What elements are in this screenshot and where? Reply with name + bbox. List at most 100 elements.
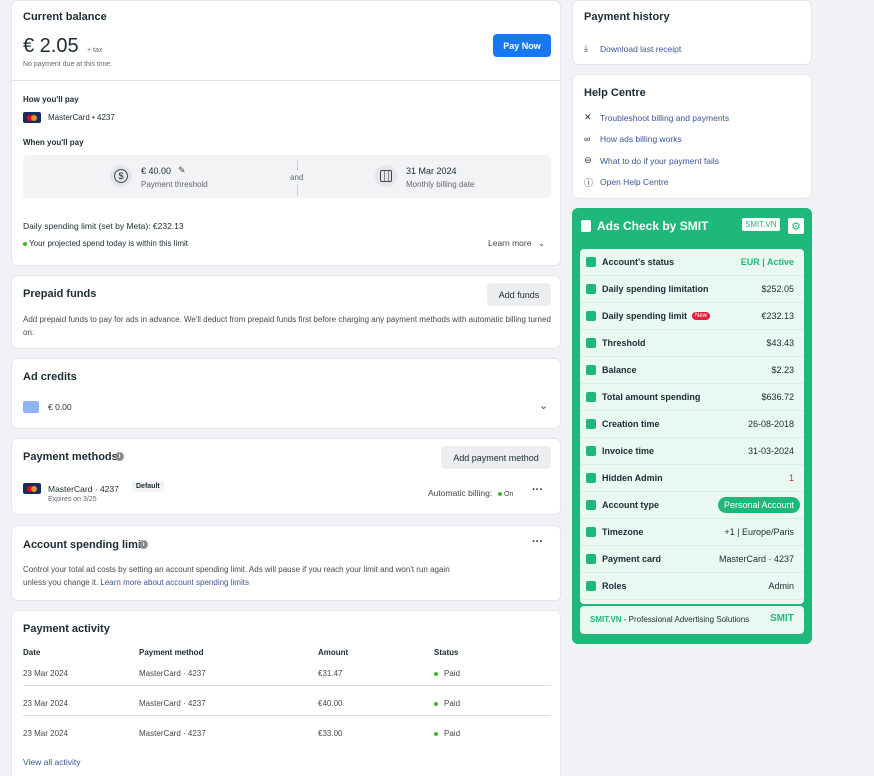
projected-text: Your projected spend today is within thi… [29, 239, 188, 248]
divider [297, 184, 298, 196]
cell-amount: €33.00 [318, 729, 343, 738]
ad-credits-card: Ad credits € 0.00 ⌄ [11, 358, 561, 429]
calendar-icon [375, 165, 397, 187]
smit-row-value: +1 | Europe/Paris [724, 527, 794, 537]
threshold-value: € 40.00 [141, 166, 172, 176]
cell-amount: €31.47 [318, 669, 343, 678]
more-options-icon[interactable]: ··· [532, 536, 543, 548]
new-badge: New [692, 312, 711, 320]
smit-row-label: Payment card [602, 554, 662, 564]
limit-icon [586, 311, 596, 321]
smit-row: Account type Personal Account [580, 492, 804, 519]
help-link-open-centre[interactable]: Open Help Centre [600, 177, 669, 187]
threshold-icon [586, 338, 596, 348]
learn-more-limits-link[interactable]: Learn more about account spending limits [100, 578, 249, 587]
footer-tagline: - Professional Advertising Solutions [621, 615, 750, 624]
pay-now-button[interactable]: Pay Now [493, 34, 551, 57]
add-payment-method-button[interactable]: Add payment method [441, 446, 551, 469]
cell-date: 23 Mar 2024 [23, 699, 68, 708]
smit-logo-icon [581, 220, 591, 232]
smit-row-label: Daily spending limit [602, 311, 688, 321]
learn-more-label: Learn more [488, 238, 532, 248]
auto-billing-label: Automatic billing: [428, 488, 493, 498]
footer-text: SMIT.VN - Professional Advertising Solut… [590, 615, 749, 624]
table-row[interactable]: 23 Mar 2024 MasterCard · 4237 €33.00 Pai… [12, 719, 562, 749]
payment-methods-card: Payment methods i Add payment method Mas… [11, 438, 561, 515]
add-funds-button[interactable]: Add funds [487, 283, 551, 306]
help-link-payment-fails[interactable]: What to do if your payment fails [600, 156, 719, 166]
card-icon [586, 554, 596, 564]
smit-row-label: Total amount spending [602, 392, 701, 402]
cell-method: MasterCard · 4237 [139, 669, 206, 678]
auto-billing: Automatic billing: On [428, 488, 513, 498]
projected-row: Your projected spend today is within thi… [23, 239, 188, 248]
footer-brand: SMIT.VN [590, 615, 622, 624]
card-title: Ad credits [23, 371, 77, 383]
smit-row-label: Threshold [602, 338, 646, 348]
billing-date-label: Monthly billing date [406, 180, 475, 189]
cell-amount: €40.00 [318, 699, 343, 708]
smit-row-label: Invoice time [602, 446, 655, 456]
card-title: Payment history [584, 11, 670, 23]
roles-icon [586, 581, 596, 591]
smit-row-value: MasterCard · 4237 [718, 554, 794, 564]
limit-icon [586, 284, 596, 294]
info-icon[interactable]: i [115, 452, 124, 461]
balance-amount: € 2.05 [23, 35, 79, 57]
edit-icon[interactable]: ✎ [178, 165, 186, 176]
smit-row: Payment card MasterCard · 4237 [580, 546, 804, 573]
smit-panel: Ads Check by SMIT SMIT.VN ⚙ Account's st… [572, 208, 812, 644]
card-title: Help Centre [584, 87, 646, 99]
wrench-icon: ✕ [584, 112, 592, 122]
account-type-icon [586, 500, 596, 510]
smit-tag[interactable]: SMIT.VN [742, 218, 780, 231]
help-link-troubleshoot[interactable]: Troubleshoot billing and payments [600, 113, 729, 123]
smit-row-label: Creation time [602, 419, 660, 429]
cell-status: Paid [434, 669, 460, 678]
download-icon: ⤓ [584, 43, 588, 53]
download-receipt-link[interactable]: Download last receipt [600, 44, 681, 54]
cell-method: MasterCard · 4237 [139, 699, 206, 708]
cell-status: Paid [434, 699, 460, 708]
status-dot [23, 241, 27, 246]
smit-brand-logo: SMIT [770, 613, 794, 624]
dollar-icon: $ [110, 165, 132, 187]
chevron-down-icon: ⌄ [537, 238, 545, 248]
help-centre-card: Help Centre ✕ Troubleshoot billing and p… [572, 74, 812, 199]
info-icon[interactable]: i [139, 540, 148, 549]
timezone-icon [586, 527, 596, 537]
divider [23, 685, 551, 686]
cell-method: MasterCard · 4237 [139, 729, 206, 738]
smit-row: Total amount spending $636.72 [580, 384, 804, 411]
status-dot [434, 731, 438, 736]
tax-label: + tax [87, 47, 103, 54]
status-label: Paid [444, 669, 461, 678]
divider [12, 80, 560, 81]
smit-row: Creation time 26-08-2018 [580, 411, 804, 438]
more-options-icon[interactable]: ··· [532, 484, 543, 496]
card-title: Payment methods [23, 451, 118, 463]
question-icon: ⓘ [584, 178, 594, 188]
column-header-method: Payment method [139, 648, 204, 657]
smit-row-value: $2.23 [771, 365, 794, 375]
status-dot [434, 671, 438, 676]
smit-row-value: $252.05 [761, 284, 794, 294]
smit-row-label: Account type [602, 500, 660, 510]
chevron-down-icon[interactable]: ⌄ [539, 399, 548, 412]
smit-row: Daily spending limit New €232.13 [580, 303, 804, 330]
smit-table: Account's status EUR | Active Daily spendi… [580, 249, 804, 604]
smit-row: Roles Admin [580, 573, 804, 600]
smit-row-value: 26-08-2018 [747, 419, 794, 429]
smit-row-value: 31-03-2024 [747, 446, 794, 456]
smit-row: Invoice time 31-03-2024 [580, 438, 804, 465]
gear-icon[interactable]: ⚙ [788, 218, 804, 234]
smit-row: Threshold $43.43 [580, 330, 804, 357]
smit-row-value: 1 [788, 473, 794, 483]
smit-row-value: €232.13 [761, 311, 794, 321]
glasses-icon: ∞ [584, 134, 591, 144]
smit-row-value: $636.72 [761, 392, 794, 402]
column-header-status: Status [434, 648, 459, 657]
learn-more-button[interactable]: Learn more ⌄ [488, 238, 545, 249]
view-all-activity-link[interactable]: View all activity [23, 757, 80, 767]
help-link-how-billing[interactable]: How ads billing works [600, 134, 682, 144]
